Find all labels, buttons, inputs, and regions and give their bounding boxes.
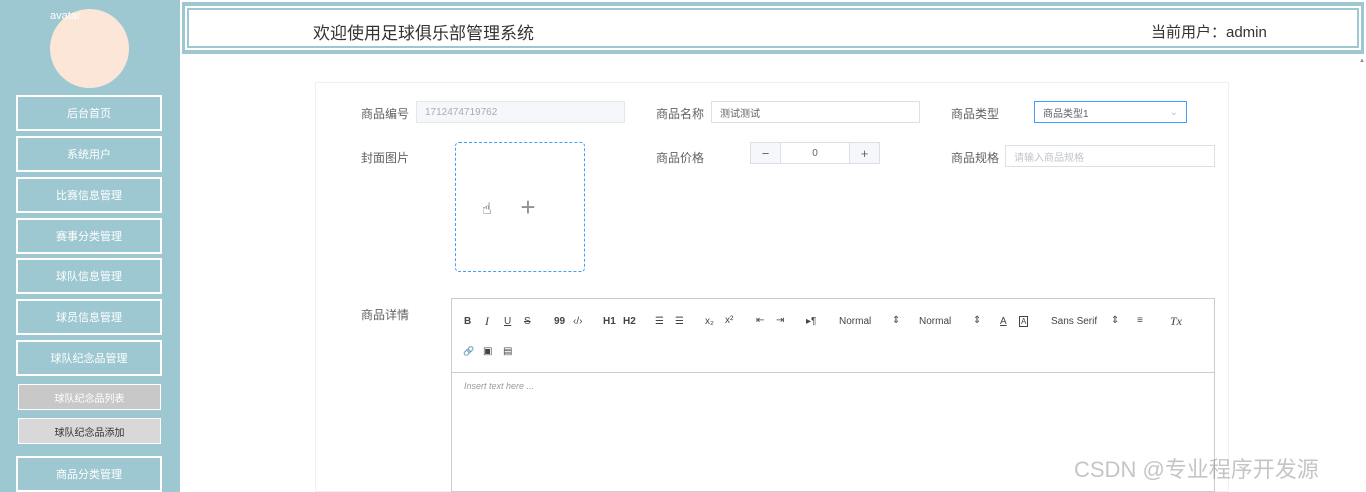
- page-title: 欢迎使用足球俱乐部管理系统: [313, 24, 534, 43]
- product-type-label: 商品类型: [951, 107, 1000, 121]
- header-1-icon[interactable]: H1: [603, 316, 616, 327]
- product-no-input: 1712474719762: [416, 101, 625, 123]
- editor-toolbar: B I U S 99 ‹/› H1 H2 ☰ ☰ x₂ x² ⇤ ⇥ ▸¶ No…: [452, 299, 1214, 373]
- link-icon[interactable]: 🔗: [463, 346, 474, 357]
- editor-placeholder[interactable]: Insert text here ...: [464, 381, 534, 391]
- scrollbar[interactable]: [1358, 56, 1366, 492]
- sidebar-subitem-souvenir-list[interactable]: 球队纪念品列表: [18, 384, 161, 410]
- chevron-down-icon: ⌄: [1169, 106, 1178, 118]
- background-color-icon[interactable]: A: [1019, 316, 1029, 327]
- indent-icon[interactable]: ⇥: [776, 315, 784, 326]
- header: 欢迎使用足球俱乐部管理系统 当前用户：admin: [182, 2, 1364, 54]
- sidebar-item-home[interactable]: 后台首页: [16, 95, 162, 131]
- watermark: CSDN @专业程序开发源: [1074, 457, 1319, 482]
- plus-icon: +: [520, 191, 536, 222]
- avatar-alt-text: avatar: [50, 10, 81, 22]
- hand-cursor-icon: ☝: [482, 201, 492, 218]
- font-color-icon[interactable]: A: [1000, 316, 1007, 327]
- sidebar-item-player-info[interactable]: 球员信息管理: [16, 299, 162, 335]
- header-2-icon[interactable]: H2: [623, 316, 636, 327]
- bold-icon[interactable]: B: [464, 316, 471, 327]
- scroll-up-icon[interactable]: ▲: [1359, 58, 1365, 64]
- video-icon[interactable]: ▤: [503, 346, 512, 357]
- text-direction-icon[interactable]: ▸¶: [806, 316, 816, 327]
- header-select[interactable]: Normal: [919, 316, 951, 327]
- cover-label: 封面图片: [361, 151, 410, 165]
- cover-uploader[interactable]: ☝ +: [455, 142, 585, 272]
- image-icon[interactable]: ▣: [483, 346, 492, 357]
- subscript-icon[interactable]: x₂: [705, 316, 714, 327]
- superscript-icon[interactable]: x²: [725, 315, 733, 326]
- product-type-value: 商品类型1: [1043, 108, 1089, 120]
- detail-label: 商品详情: [361, 308, 410, 322]
- header-panel: 欢迎使用足球俱乐部管理系统 当前用户：admin: [185, 6, 1361, 50]
- price-decrement-button[interactable]: −: [751, 143, 781, 163]
- spec-label: 商品规格: [951, 151, 1000, 165]
- spec-input[interactable]: 请输入商品规格: [1005, 145, 1215, 167]
- strike-icon[interactable]: S: [524, 316, 531, 327]
- clear-format-icon[interactable]: Tx: [1170, 314, 1182, 329]
- product-no-label: 商品编号: [361, 107, 410, 121]
- price-label: 商品价格: [656, 151, 705, 165]
- header-select-arrows-icon: ⇕: [973, 315, 982, 326]
- current-user: 当前用户：admin: [1151, 24, 1267, 41]
- sidebar-item-team-info[interactable]: 球队信息管理: [16, 258, 162, 294]
- sidebar-item-souvenir[interactable]: 球队纪念品管理: [16, 340, 162, 376]
- outdent-icon[interactable]: ⇤: [756, 315, 764, 326]
- blockquote-icon[interactable]: 99: [554, 316, 565, 327]
- sidebar-item-match-info[interactable]: 比赛信息管理: [16, 177, 162, 213]
- sidebar: avatar 后台首页 系统用户 比赛信息管理 赛事分类管理 球队信息管理 球员…: [0, 0, 180, 492]
- price-increment-button[interactable]: +: [849, 143, 879, 163]
- sidebar-item-product-category[interactable]: 商品分类管理: [16, 456, 162, 492]
- font-select[interactable]: Sans Serif: [1051, 316, 1097, 327]
- sidebar-item-system-users[interactable]: 系统用户: [16, 136, 162, 172]
- size-select-arrows-icon: ⇕: [892, 315, 901, 326]
- italic-icon[interactable]: I: [485, 314, 489, 329]
- product-type-select[interactable]: 商品类型1 ⌄: [1034, 101, 1187, 123]
- sidebar-subitem-souvenir-add[interactable]: 球队纪念品添加: [18, 418, 161, 444]
- align-icon[interactable]: ≡: [1137, 315, 1143, 326]
- bullet-list-icon[interactable]: ☰: [675, 316, 684, 327]
- underline-icon[interactable]: U: [504, 316, 511, 327]
- price-value[interactable]: 0: [781, 143, 849, 163]
- price-stepper[interactable]: − 0 +: [750, 142, 880, 164]
- size-select[interactable]: Normal: [839, 316, 871, 327]
- font-select-arrows-icon: ⇕: [1111, 315, 1120, 326]
- product-name-label: 商品名称: [656, 107, 705, 121]
- ordered-list-icon[interactable]: ☰: [655, 316, 664, 327]
- code-block-icon[interactable]: ‹/›: [573, 316, 582, 327]
- product-name-input[interactable]: 测试测试: [711, 101, 920, 123]
- sidebar-item-event-category[interactable]: 赛事分类管理: [16, 218, 162, 254]
